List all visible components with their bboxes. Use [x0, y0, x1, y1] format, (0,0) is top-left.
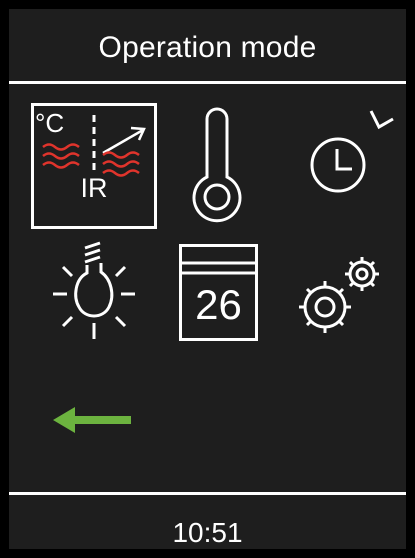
page-title: Operation mode: [98, 31, 317, 64]
back-arrow-icon: [53, 407, 131, 433]
thermometer-icon: [192, 107, 242, 223]
gears-icon: [299, 257, 379, 333]
lighting-tile[interactable]: [49, 239, 139, 349]
ir-heating-tile[interactable]: °C IR: [31, 103, 157, 229]
header-divider: [9, 81, 406, 84]
calendar-day: 26: [195, 281, 242, 328]
clock-icon: [310, 110, 394, 193]
timer-tile[interactable]: [305, 107, 395, 197]
calendar-tile[interactable]: 26: [179, 244, 258, 341]
time-display: 10:51: [172, 517, 243, 548]
temperature-tile[interactable]: [187, 103, 247, 229]
celsius-label: °C: [35, 108, 65, 138]
footer-divider: [9, 492, 406, 495]
ir-label: IR: [80, 173, 108, 203]
device-screen: Operation mode °C IR 26 10:51: [0, 0, 415, 558]
light-bulb-icon: [53, 241, 135, 339]
back-button[interactable]: [53, 405, 133, 435]
settings-tile[interactable]: [295, 251, 385, 341]
